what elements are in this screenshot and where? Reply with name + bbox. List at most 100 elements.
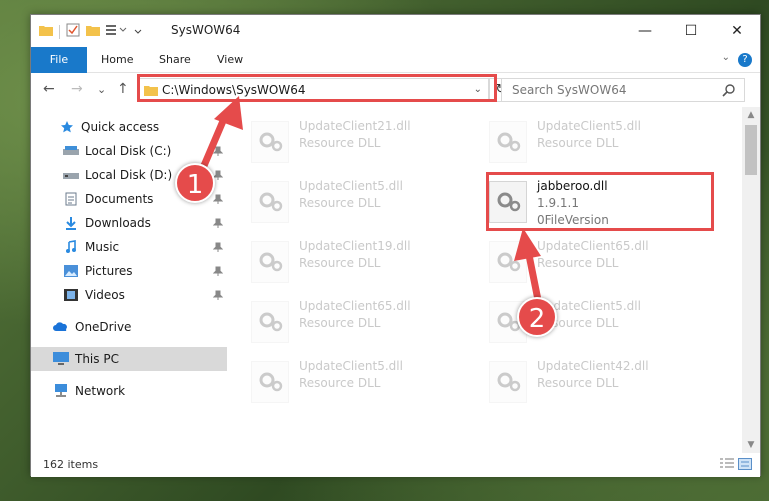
file-description: Resource DLL	[299, 376, 381, 390]
chevron-down-icon[interactable]	[134, 25, 142, 39]
back-button[interactable]: ←	[43, 81, 55, 97]
sidebar-item-label: Network	[75, 384, 126, 398]
file-item[interactable]: UpdateClient19.dll Resource DLL	[227, 235, 447, 287]
sidebar-item-label: Local Disk (C:)	[85, 144, 172, 158]
file-description: Resource DLL	[537, 256, 619, 270]
sidebar-item-label: Videos	[85, 288, 125, 302]
file-name: UpdateClient5.dll	[537, 119, 641, 133]
file-name: UpdateClient65.dll	[537, 239, 649, 253]
search-input[interactable]: Search SysWOW64	[512, 83, 626, 97]
pictures-icon	[63, 264, 79, 278]
vertical-scrollbar[interactable]: ▲ ▼	[742, 107, 760, 453]
file-description: Resource DLL	[299, 316, 381, 330]
new-folder-icon[interactable]	[86, 24, 100, 39]
scrollbar-thumb[interactable]	[745, 125, 757, 175]
dll-file-icon	[251, 361, 289, 403]
pin-icon[interactable]	[212, 193, 224, 207]
dll-file-icon	[489, 361, 527, 403]
file-description: Resource DLL	[299, 136, 381, 150]
sidebar-item-label: Documents	[85, 192, 154, 206]
file-name: UpdateClient42.dll	[537, 359, 649, 373]
pin-icon[interactable]	[212, 241, 224, 255]
customize-toolbar-icon[interactable]	[106, 24, 128, 39]
file-item[interactable]: UpdateClient21.dll Resource DLL	[227, 115, 447, 167]
drive-icon	[63, 168, 79, 182]
file-item[interactable]: UpdateClient42.dll Resource DLL	[465, 355, 685, 407]
maximize-button[interactable]: ☐	[668, 15, 714, 47]
documents-icon	[63, 192, 79, 206]
scroll-up-icon[interactable]: ▲	[742, 107, 760, 123]
file-description: Resource DLL	[299, 256, 381, 270]
scroll-down-icon[interactable]: ▼	[742, 437, 760, 453]
dll-file-icon	[489, 241, 527, 283]
search-icon[interactable]	[722, 83, 736, 100]
minimize-button[interactable]: —	[622, 15, 668, 47]
recent-locations-button[interactable]: ⌄	[97, 83, 106, 96]
dll-file-icon	[251, 181, 289, 223]
separator	[59, 24, 60, 39]
sidebar-item-label: OneDrive	[75, 320, 132, 334]
file-item[interactable]: UpdateClient5.dll Resource DLL	[465, 115, 685, 167]
drive-icon	[63, 144, 79, 158]
sidebar-item-label: Quick access	[81, 120, 160, 134]
pin-icon[interactable]	[212, 145, 224, 159]
file-item[interactable]: UpdateClient5.dll Resource DLL	[227, 175, 447, 227]
sidebar-item-label: Local Disk (D:)	[85, 168, 173, 182]
window-title: SysWOW64	[171, 23, 241, 37]
status-bar: 162 items	[31, 453, 760, 477]
sidebar-item-videos[interactable]: Videos	[31, 283, 227, 307]
file-name: UpdateClient19.dll	[299, 239, 411, 253]
title-bar: SysWOW64 — ☐ ✕	[31, 15, 760, 47]
file-item[interactable]: UpdateClient65.dll Resource DLL	[465, 235, 685, 287]
videos-icon	[63, 288, 79, 302]
downloads-icon	[63, 216, 79, 230]
step-badge-2: 2	[517, 297, 557, 337]
tab-file[interactable]: File	[31, 47, 87, 73]
file-item[interactable]: UpdateClient5.dll Resource DLL	[227, 355, 447, 407]
close-button[interactable]: ✕	[714, 15, 760, 47]
search-box[interactable]: Search SysWOW64	[501, 78, 745, 102]
forward-button[interactable]: →	[71, 81, 83, 97]
music-icon	[63, 240, 79, 254]
ribbon-expand-icon[interactable]: ⌄	[722, 52, 730, 63]
large-icons-view-icon[interactable]	[738, 458, 752, 473]
sidebar-item-network[interactable]: Network	[31, 379, 227, 403]
sidebar-item-onedrive[interactable]: OneDrive	[31, 315, 227, 339]
dll-file-icon	[489, 121, 527, 163]
pin-icon[interactable]	[212, 217, 224, 231]
tab-share[interactable]: Share	[159, 47, 191, 73]
sidebar-item-this-pc[interactable]: This PC	[31, 347, 227, 371]
pin-icon[interactable]	[212, 265, 224, 279]
sidebar-item-music[interactable]: Music	[31, 235, 227, 259]
file-item[interactable]: UpdateClient65.dll Resource DLL	[227, 295, 447, 347]
file-name: UpdateClient21.dll	[299, 119, 411, 133]
up-button[interactable]: ↑	[117, 81, 129, 97]
folder-icon	[39, 24, 53, 39]
file-highlight	[486, 172, 714, 231]
file-description: Resource DLL	[537, 136, 619, 150]
quick-access-toolbar	[39, 23, 142, 40]
tab-home[interactable]: Home	[101, 47, 133, 73]
help-icon[interactable]: ?	[738, 53, 752, 67]
sidebar-item-quick-access[interactable]: Quick access	[31, 115, 227, 139]
file-description: Resource DLL	[537, 376, 619, 390]
ribbon-tabs: File Home Share View ⌄ ?	[31, 47, 760, 73]
file-description: Resource DLL	[299, 196, 381, 210]
item-count: 162 items	[43, 458, 99, 471]
step-badge-1: 1	[175, 163, 215, 203]
dll-file-icon	[251, 121, 289, 163]
computer-icon	[53, 352, 69, 366]
sidebar-item-local-disk-c[interactable]: Local Disk (C:)	[31, 139, 227, 163]
details-view-icon[interactable]	[720, 458, 734, 473]
dll-file-icon	[251, 301, 289, 343]
sidebar-item-downloads[interactable]: Downloads	[31, 211, 227, 235]
address-bar-highlight	[137, 74, 497, 102]
tab-view[interactable]: View	[217, 47, 243, 73]
sidebar-item-pictures[interactable]: Pictures	[31, 259, 227, 283]
file-name: UpdateClient5.dll	[299, 359, 403, 373]
properties-icon[interactable]	[66, 23, 80, 40]
dll-file-icon	[251, 241, 289, 283]
file-item[interactable]: UpdateClient5.dll Resource DLL	[465, 295, 685, 347]
pin-icon[interactable]	[212, 289, 224, 303]
network-icon	[53, 384, 69, 398]
